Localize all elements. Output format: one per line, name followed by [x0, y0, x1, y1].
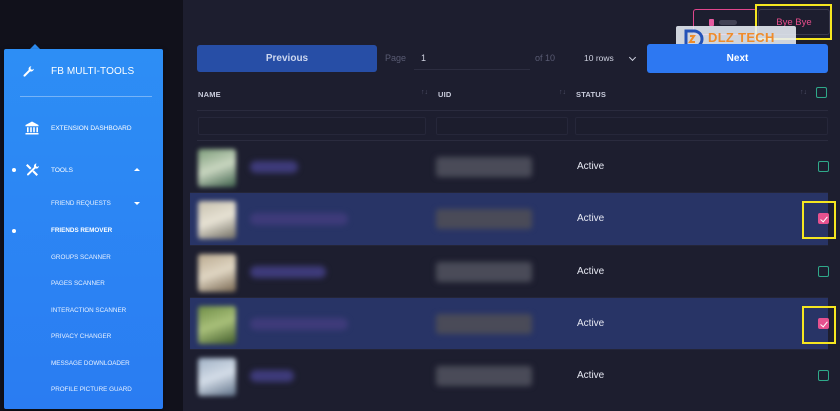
chevron-down-icon: [628, 53, 637, 62]
blurred-uid: [436, 314, 532, 334]
sidebar-subitem-message-downloader[interactable]: MESSAGE DOWNLOADER: [51, 360, 130, 367]
blurred-uid: [436, 262, 532, 282]
page-label: Page: [385, 53, 407, 63]
sidebar-item-label: TOOLS: [51, 166, 73, 174]
previous-button[interactable]: Previous: [197, 45, 377, 72]
blurred-name: [250, 318, 348, 330]
blurred-uid: [436, 209, 532, 229]
sidebar-subitem-groups-scanner[interactable]: GROUPS SCANNER: [51, 254, 111, 261]
table-row[interactable]: Active: [190, 298, 829, 350]
sort-icon[interactable]: ↑↓: [800, 89, 807, 96]
sidebar-divider: [20, 96, 152, 97]
header-divider: [197, 110, 828, 111]
sidebar-subitem-friends-remover[interactable]: FRIENDS REMOVER: [51, 227, 112, 234]
column-header-name[interactable]: NAME: [198, 90, 221, 99]
active-section-dot: [12, 168, 16, 172]
chevron-up-icon[interactable]: [134, 168, 140, 171]
tools-icon: [26, 163, 39, 176]
sidebar-subitem-profile-picture-guard[interactable]: PROFILE PICTURE GUARD: [51, 386, 132, 393]
page-number-input[interactable]: [414, 46, 530, 70]
sidebar-item-extension-dashboard[interactable]: EXTENSION DASHBOARD: [4, 120, 163, 136]
avatar: [198, 149, 236, 187]
status-text: Active: [577, 266, 605, 277]
wrench-icon: [23, 65, 34, 77]
avatar: [198, 254, 236, 292]
rows-per-page-select[interactable]: 10 rows: [577, 46, 641, 70]
next-button[interactable]: Next: [647, 44, 828, 73]
sidebar-subitem-interaction-scanner[interactable]: INTERACTION SCANNER: [51, 307, 126, 314]
table-row[interactable]: Active: [190, 193, 829, 245]
row-checkbox[interactable]: [818, 266, 829, 277]
status-text: Active: [577, 213, 605, 224]
highlight-box-checkbox: [802, 201, 836, 239]
sidebar-item-label: EXTENSION DASHBOARD: [51, 124, 132, 132]
sidebar-item-tools[interactable]: TOOLS: [4, 162, 163, 178]
sort-icon[interactable]: ↑↓: [559, 89, 566, 96]
page-count-label: of 10: [535, 53, 556, 63]
brand[interactable]: FB MULTI-TOOLS: [22, 63, 134, 79]
column-header-status[interactable]: STATUS: [576, 90, 606, 99]
bank-icon: [25, 121, 39, 135]
blurred-name: [250, 370, 294, 382]
sidebar-subitem-privacy-changer[interactable]: PRIVACY CHANGER: [51, 333, 111, 340]
status-filter-input[interactable]: [575, 117, 828, 135]
chevron-down-icon[interactable]: [134, 202, 140, 205]
status-text: Active: [577, 318, 605, 329]
row-checkbox[interactable]: [818, 370, 829, 381]
sidebar-subitem-pages-scanner[interactable]: PAGES SCANNER: [51, 280, 105, 287]
blurred-name: [250, 266, 326, 278]
watermark-text: DLZ TECH: [708, 30, 775, 45]
select-all-checkbox[interactable]: [816, 87, 827, 98]
blurred-label: [719, 20, 737, 25]
table-row[interactable]: Active: [190, 350, 829, 402]
blurred-uid: [436, 157, 532, 177]
status-text: Active: [577, 161, 605, 172]
sidebar-subitem-friend-requests[interactable]: FRIEND REQUESTS: [51, 200, 111, 207]
sidebar: FB MULTI-TOOLS EXTENSION DASHBOARD TOOLS…: [4, 49, 163, 409]
blurred-uid: [436, 366, 532, 386]
avatar: [198, 358, 236, 396]
avatar: [198, 201, 236, 239]
column-header-uid[interactable]: UID: [438, 90, 452, 99]
highlight-box-checkbox: [802, 306, 836, 344]
row-checkbox[interactable]: [818, 161, 829, 172]
name-filter-input[interactable]: [198, 117, 426, 135]
rows-per-page-value: 10 rows: [584, 53, 614, 63]
status-text: Active: [577, 370, 605, 381]
avatar: [198, 306, 236, 344]
trash-icon: [709, 19, 714, 26]
table-row[interactable]: Active: [190, 246, 829, 298]
blurred-name: [250, 161, 298, 173]
table-row[interactable]: Active: [190, 141, 829, 193]
brand-label: FB MULTI-TOOLS: [51, 65, 135, 77]
active-item-dot: [12, 229, 16, 233]
sort-icon[interactable]: ↑↓: [421, 89, 428, 96]
blurred-name: [250, 213, 348, 225]
uid-filter-input[interactable]: [436, 117, 568, 135]
